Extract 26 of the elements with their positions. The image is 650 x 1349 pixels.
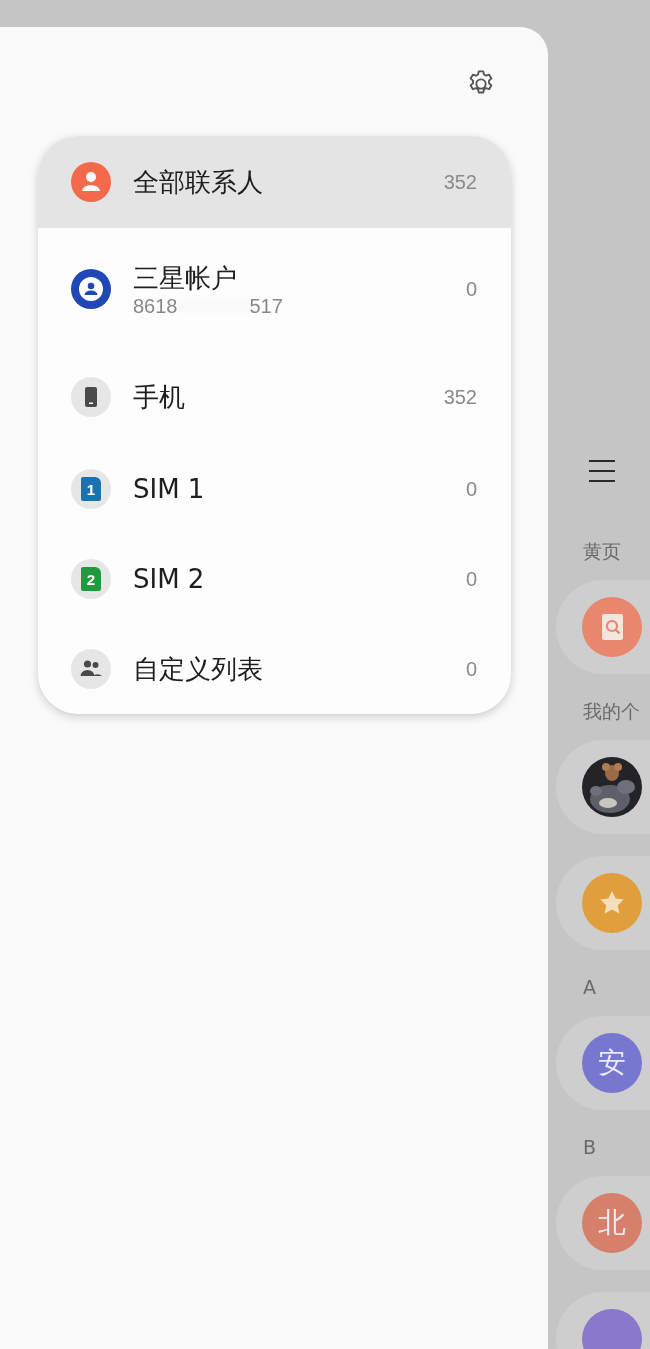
menu-icon[interactable] [588,459,616,483]
account-item[interactable]: 手机 352 [38,350,511,444]
account-icon [71,269,111,309]
account-item[interactable]: 自定义列表 0 [38,624,511,714]
contact-count: 352 [443,170,477,194]
person-icon [71,162,111,202]
contact-count: 0 [465,477,477,501]
phone-icon [71,377,111,417]
account-item[interactable]: 全部联系人 352 [38,136,511,228]
section-header: 黄页 [583,540,621,562]
sim-card-icon: 2 [71,559,111,599]
section-header: A [583,976,596,998]
section-header: 我的个 [583,700,640,722]
account-item[interactable]: 三星帐户 8618 517 0 [38,228,511,350]
contact-count: 0 [465,657,477,681]
contact-card[interactable] [556,740,650,834]
contact-count: 0 [465,277,477,301]
contact-avatar: 安 [582,1033,642,1093]
group-icon [71,649,111,689]
sim-card-icon: 1 [71,469,111,509]
contact-avatar: 北 [582,1193,642,1253]
section-header: B [583,1136,597,1158]
contact-count: 0 [465,567,477,591]
account-item[interactable]: 1 SIM 1 0 [38,444,511,534]
account-item[interactable]: 2 SIM 2 0 [38,534,511,624]
contact-count: 352 [443,385,477,409]
